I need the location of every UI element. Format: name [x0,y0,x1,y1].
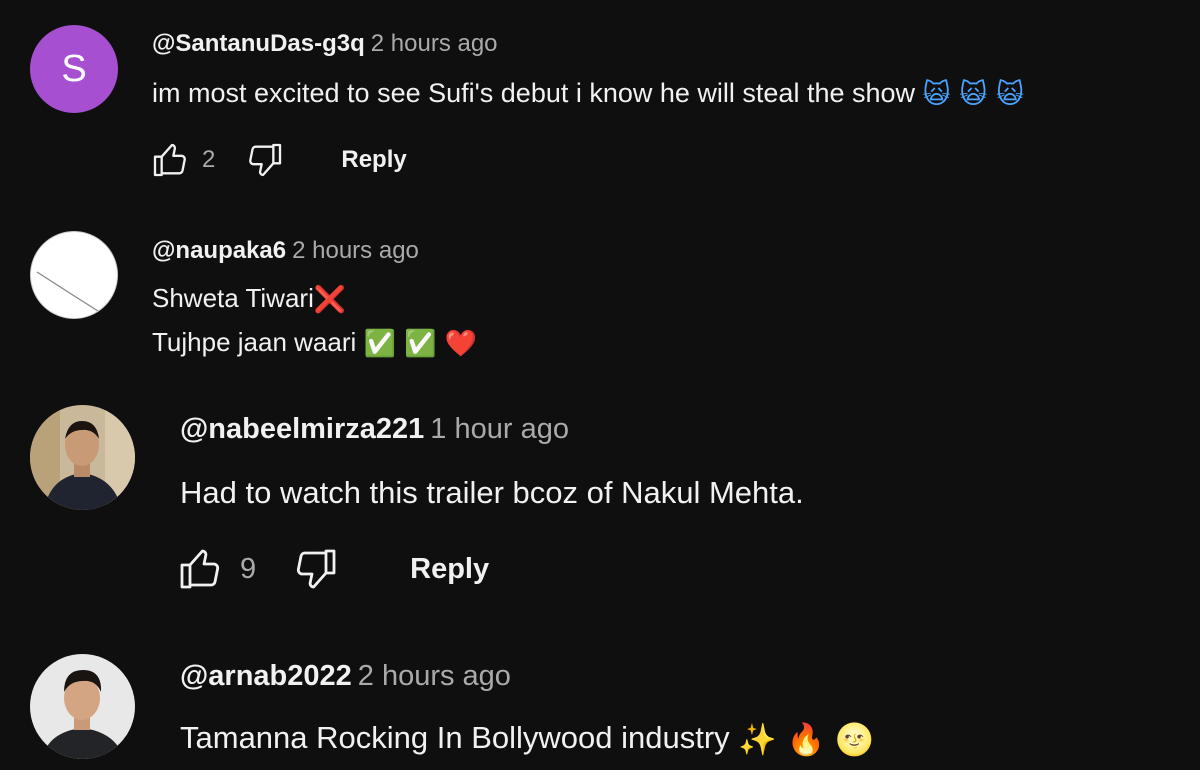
timestamp[interactable]: 2 hours ago [358,660,511,692]
reply-button[interactable]: Reply [410,553,489,586]
cross-mark-emoji: ❌ [313,285,347,316]
comment-text-line: Tujhpe jaan waari ✅ ✅ ❤️ [152,327,477,359]
comment-emojis: 🙀 🙀 🙀 [922,79,1025,111]
avatar-image [30,654,135,759]
comment-emojis: ✨ 🔥 🌝 [738,722,874,759]
avatar-letter: S [61,47,87,90]
comment-body: Tamanna Rocking In Bollywood industry [180,720,730,755]
thumb-up-icon[interactable] [150,140,190,180]
author-handle[interactable]: @SantanuDas-g3q [152,30,365,57]
author-handle[interactable]: @naupaka6 [152,237,286,264]
comment-header: @SantanuDas-g3q 2 hours ago [152,30,498,58]
thumb-down-icon[interactable] [292,545,340,593]
comment-body: im most excited to see Sufi's debut i kn… [152,78,916,108]
avatar-image [36,271,110,318]
comment-text: Tamanna Rocking In Bollywood industry ✨ … [180,720,874,758]
comment-body: Tujhpe jaan waari [152,327,357,357]
like-count: 2 [202,146,216,173]
comment-actions: 2 Reply [150,140,407,180]
comment-body: Shweta Tiwari [152,283,314,313]
avatar[interactable] [30,231,118,319]
timestamp[interactable]: 1 hour ago [430,413,569,445]
author-handle[interactable]: @nabeelmirza221 [180,413,424,445]
avatar[interactable] [30,654,135,759]
comment-header: @naupaka6 2 hours ago [152,237,419,265]
comment-header: @arnab2022 2 hours ago [180,660,511,693]
timestamp[interactable]: 2 hours ago [292,237,419,264]
thumb-down-icon[interactable] [245,140,285,180]
comment-thread-item: @arnab2022 2 hours ago Tamanna Rocking In… [0,640,1200,770]
comment-text-line: Shweta Tiwari❌ [152,283,346,315]
avatar[interactable]: S [30,25,118,113]
comment-emojis: ✅ ✅ ❤️ [363,329,478,360]
timestamp[interactable]: 2 hours ago [371,30,498,57]
reply-button[interactable]: Reply [341,146,406,174]
comment-header: @nabeelmirza221 1 hour ago [180,413,569,446]
comment-actions: 9 Reply [176,545,489,593]
thumb-up-icon[interactable] [176,545,224,593]
comment-text: im most excited to see Sufi's debut i kn… [152,78,1024,110]
comment-thread-item: @nabeelmirza221 1 hour ago Had to watch t… [0,385,1200,640]
comment-thread-item: @naupaka6 2 hours ago Shweta Tiwari❌ Tujh… [0,215,1200,385]
avatar[interactable] [30,405,135,510]
avatar-image [30,405,135,510]
comment-thread-item: S @SantanuDas-g3q 2 hours ago im most exc… [0,0,1200,215]
comment-body: Had to watch this trailer bcoz of Nakul … [180,475,804,510]
like-count: 9 [240,552,257,585]
author-handle[interactable]: @arnab2022 [180,660,352,692]
